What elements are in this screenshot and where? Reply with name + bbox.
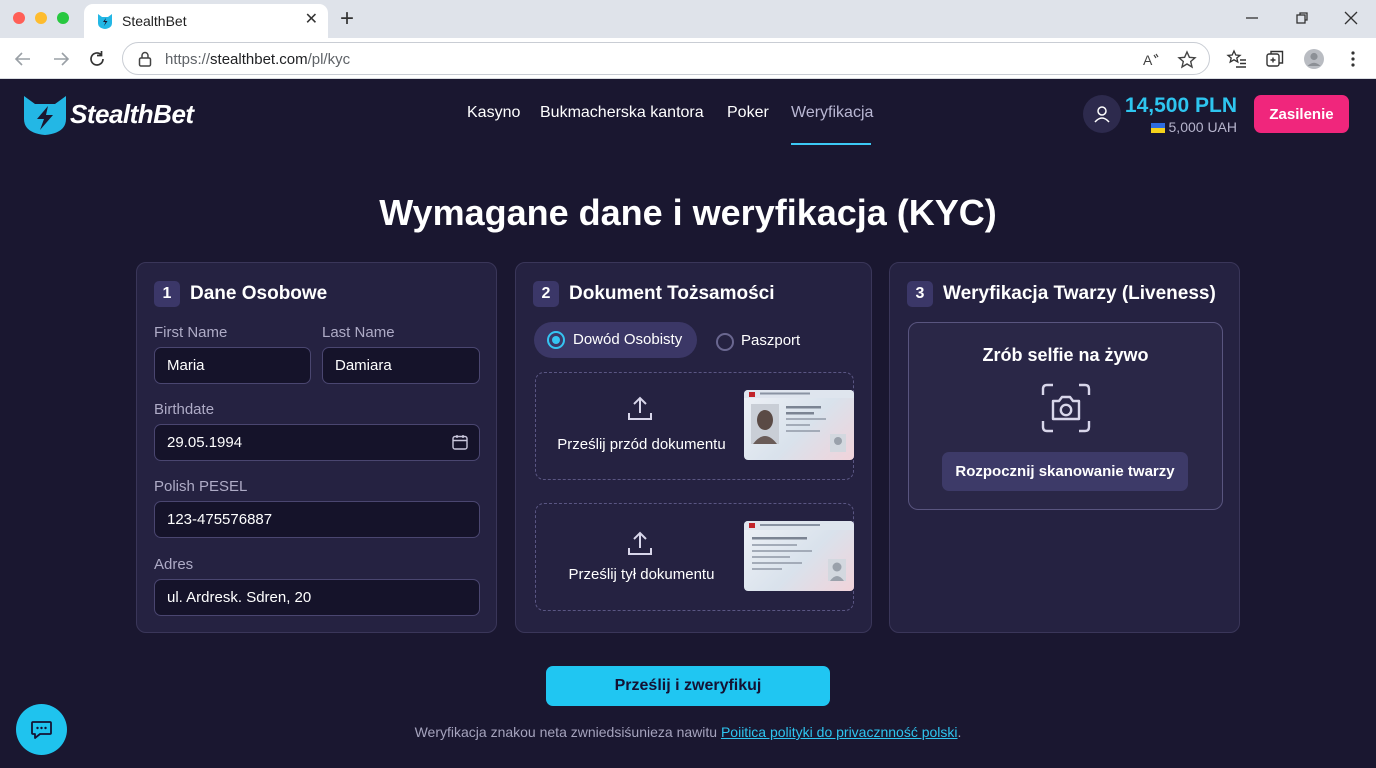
window-close-dot[interactable] [13,12,25,24]
active-nav-indicator [791,143,871,145]
footer-note-text: Weryfikacja znakou neta zwniedsiśunieza … [414,724,721,740]
tab-title: StealthBet [122,13,187,29]
camera-scan-icon [1041,383,1091,433]
site-name[interactable]: StealthBet [70,99,194,130]
radio-selected-icon [547,331,565,349]
reload-icon[interactable] [86,48,108,70]
url-path: /pl/kyc [307,51,351,68]
new-tab-icon[interactable]: + [340,6,354,32]
tab-close-icon[interactable]: ✕ [305,11,318,29]
user-account-button[interactable] [1083,95,1121,133]
window-minimize-dot[interactable] [35,12,47,24]
url-prefix: https:// [165,51,211,68]
forward-arrow-icon[interactable] [50,48,72,70]
address-bar[interactable]: https://stealthbet.com/pl/kyc A [122,42,1210,75]
id-card-back-image [744,521,854,581]
balance-primary: 14,500 PLN [1124,94,1237,117]
browser-tab-active[interactable]: StealthBet ✕ [84,4,328,38]
stealthbet-favicon-icon [98,14,112,29]
selfie-prompt: Zrób selfie na żywo [982,345,1149,365]
pesel-label: Polish PESEL [154,478,248,495]
address-field[interactable] [154,579,480,616]
browser-toolbar: https://stealthbet.com/pl/kyc A [0,38,1376,79]
id-card-back-thumbnail [744,521,854,591]
birthdate-field[interactable] [154,424,480,461]
last-name-field[interactable] [322,347,480,384]
id-card-front-thumbnail [744,390,854,460]
liveness-panel: Zrób selfie na żywo Rozpocznij skanowani… [908,322,1223,510]
nav-link-verification[interactable]: Weryfikacja [791,104,873,122]
read-aloud-icon[interactable]: A [1141,50,1161,70]
first-name-label: First Name [154,324,228,341]
ukraine-flag-icon [1150,123,1165,133]
collections-icon[interactable] [1264,48,1286,70]
more-menu-icon[interactable] [1342,48,1364,70]
lock-icon[interactable] [137,50,153,68]
back-arrow-icon[interactable] [12,48,34,70]
start-face-scan-button[interactable]: Rozpocznij skanowanie twarzy [942,452,1188,491]
nav-link-casino[interactable]: Kasyno [467,104,520,122]
upload-back-dropzone[interactable]: Prześlij tył dokumentu [535,503,854,611]
close-window-icon[interactable] [1341,8,1361,28]
personal-data-card: 1 Dane Osobowe First Name Last Name Birt… [136,262,497,633]
personal-data-title: Dane Osobowe [190,283,328,304]
address-label: Adres [154,556,194,573]
upload-front-label: Prześlij przód dokumentu [557,436,726,453]
id-card-front-image [744,390,854,452]
page-title: Wymagane dane i weryfikacja (KYC) [379,192,997,233]
pesel-field[interactable] [154,501,480,538]
identity-document-card: 2 Dokument Tożsamości Dowód Osobisty Pas… [515,262,872,633]
upload-back-label: Prześlij tył dokumentu [568,566,715,583]
svg-text:A: A [1143,52,1153,68]
nav-link-poker[interactable]: Poker [727,104,769,122]
url-text: https://stealthbet.com/pl/kyc [165,51,350,68]
identity-document-title: Dokument Tożsamości [569,283,775,304]
footer-note-suffix: . [957,724,962,740]
browser-tab-bar: StealthBet ✕ + [0,0,1376,38]
favorite-star-icon[interactable] [1177,50,1197,70]
step-badge: 2 [533,281,559,307]
last-name-label: Last Name [322,324,395,341]
step-badge: 1 [154,281,180,307]
upload-front-dropzone[interactable]: Prześlij przód dokumentu [535,372,854,480]
minimize-icon[interactable] [1242,8,1262,28]
window-zoom-dot[interactable] [57,12,69,24]
chat-bubble-icon [31,721,52,739]
upload-icon [628,396,652,420]
profile-avatar-icon[interactable] [1303,48,1325,70]
radio-passport[interactable] [716,333,734,351]
favorites-list-icon[interactable] [1226,48,1248,70]
nav-link-sportsbook[interactable]: Bukmacherska kantora [540,104,704,122]
footer-note: Weryfikacja znakou neta zwniedsiśunieza … [0,724,1376,740]
first-name-field[interactable] [154,347,311,384]
face-verification-card: 3 Weryfikacja Twarzy (Liveness) Zrób sel… [889,262,1240,633]
radio-id-card[interactable]: Dowód Osobisty [534,322,697,358]
deposit-button[interactable]: Zasilenie [1254,95,1349,133]
step-badge: 3 [907,281,933,307]
user-icon [1094,106,1110,123]
balance-secondary-value: 5,000 UAH [1168,119,1237,135]
birthdate-label: Birthdate [154,401,215,418]
radio-passport-label[interactable]: Paszport [741,332,800,349]
restore-icon[interactable] [1292,8,1312,28]
live-chat-button[interactable] [16,704,67,755]
radio-id-card-label: Dowód Osobisty [573,331,683,348]
submit-verify-button[interactable]: Prześlij i zweryfikuj [546,666,830,706]
stealthbet-logo-icon[interactable] [22,94,68,136]
balance-secondary: 5,000 UAH [1150,119,1237,135]
calendar-icon[interactable] [451,433,469,451]
face-verification-title: Weryfikacja Twarzy (Liveness) [943,283,1216,304]
url-host: stealthbet.com [210,51,308,68]
upload-icon [628,531,652,555]
privacy-policy-link[interactable]: Poiitica polityki do privacznność polski [721,724,958,740]
